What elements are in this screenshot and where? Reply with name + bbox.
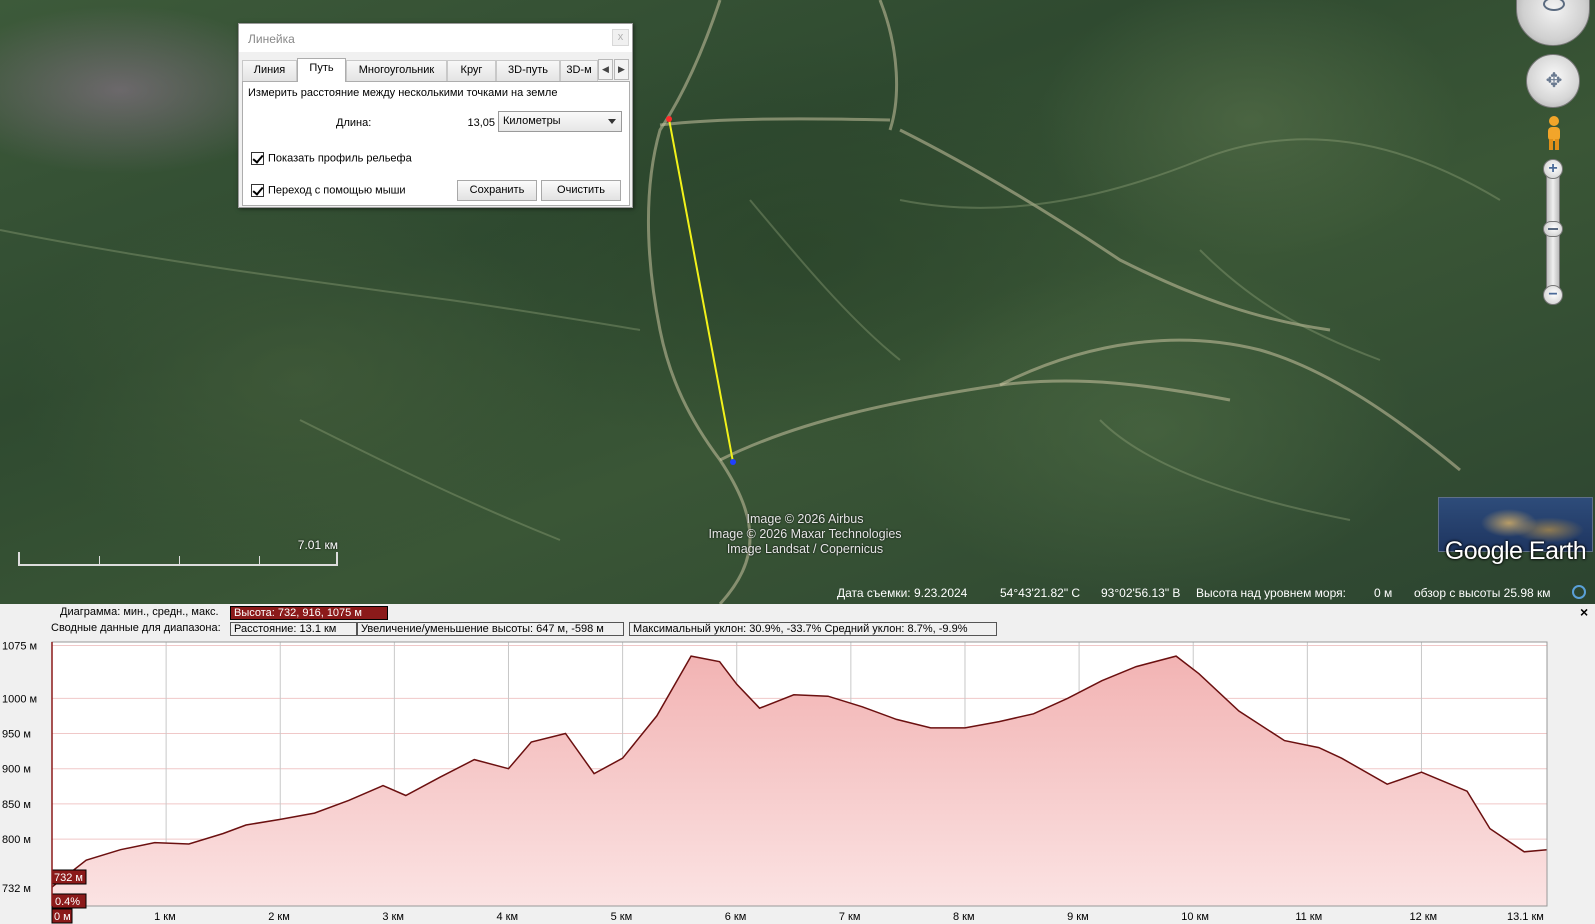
path-description: Измерить расстояние между несколькими то… [248,87,558,99]
y-tick-label: 732 м [2,883,31,895]
imagery-date: Дата съемки: 9.23.2024 [837,586,968,600]
status-bar: Дата съемки: 9.23.2024 54°43'21.82" С 93… [0,580,1595,604]
x-tick-label: 10 км [1181,911,1209,923]
measure-path-line [668,118,734,463]
dialog-title: Линейка [248,32,295,46]
hand-icon: ✥ [1545,70,1563,92]
zoom-slider[interactable]: + − [1543,159,1563,305]
cursor-elevation-label: 732 м [54,872,83,884]
cursor-distance-label: 0 м [54,911,71,923]
ruler-tabs: Линия Путь Многоугольник Круг 3D-путь 3D… [242,58,632,82]
x-tick-label: 3 км [382,911,404,923]
ruler-dialog: Линейка x Линия Путь Многоугольник Круг … [238,23,633,208]
path-end-marker [730,459,736,465]
elevation-value: 0 м [1374,586,1393,600]
cursor-slope-label: 0.4% [55,896,80,908]
tab-line[interactable]: Линия [242,60,297,81]
y-tick-label: 900 м [2,764,31,776]
streaming-globe-icon [1572,585,1586,599]
ruler-titlebar[interactable]: Линейка x [239,24,632,52]
street-view-pegman-icon[interactable] [1542,115,1566,151]
close-icon[interactable]: x [612,29,629,46]
zoom-in-button[interactable]: + [1543,159,1563,179]
close-profile-icon[interactable]: × [1580,604,1588,620]
profile-summary-row-1: Диаграмма: мин., средн., макс. Высота: 7… [0,605,1000,620]
range-label: Сводные данные для диапазона: [51,622,221,634]
chevron-down-icon [608,119,616,124]
elevation-stats: Высота: 732, 916, 1075 м [230,606,388,620]
tab-3d-polygon[interactable]: 3D-м [560,60,598,81]
mouse-nav-checkbox[interactable]: Переход с помощью мыши [251,184,406,197]
y-tick-label: 1000 м [2,693,37,705]
x-tick-label: 12 км [1409,911,1437,923]
x-tick-label: 9 км [1067,911,1089,923]
unit-select[interactable]: Километры [498,111,622,132]
path-start-marker [666,116,672,122]
x-tick-label: 11 км [1295,911,1322,923]
x-tick-label: 5 км [611,911,633,923]
imagery-attribution: Image © 2026 Airbus Image © 2026 Maxar T… [708,512,902,556]
eye-altitude: обзор с высоты 25.98 км [1414,586,1551,600]
x-tick-label: 4 км [496,911,518,923]
x-tick-label: 1 км [154,911,176,923]
elevation-chart[interactable]: 1075 м 1000 м 950 м 900 м 850 м 800 м 1 км 2 км… [0,634,1595,924]
longitude: 93°02'56.13" В [1101,586,1181,600]
y-tick-label: 950 м [2,729,31,741]
length-label: Длина: [336,117,372,129]
latitude: 54°43'21.82" С [1000,586,1081,600]
eye-icon [1543,0,1565,11]
scale-label: 7.01 км [297,538,338,552]
graph-label: Диаграмма: мин., средн., макс. [60,606,219,618]
tab-circle[interactable]: Круг [447,60,496,81]
move-control[interactable]: ✥ [1526,54,1580,108]
x-tick-label: 6 км [725,911,747,923]
tab-polygon[interactable]: Многоугольник [346,60,447,81]
zoom-slider-thumb[interactable] [1543,221,1563,237]
y-tick-label: 800 м [2,834,31,846]
y-tick-label: 850 м [2,799,31,811]
elevation-profile: Диаграмма: мин., средн., макс. Высота: 7… [0,604,1595,924]
tab-3d-path[interactable]: 3D-путь [496,60,560,81]
y-tick-label: 1075 м [2,641,37,653]
zoom-out-button[interactable]: − [1543,285,1563,305]
scale-bar: 7.01 км [18,532,338,572]
x-tick-label: 13.1 км [1507,911,1544,923]
checkbox-checked-icon[interactable] [251,184,264,197]
map-view[interactable]: Image © 2026 Airbus Image © 2026 Maxar T… [0,0,1595,604]
x-tick-label: 2 км [268,911,290,923]
google-earth-logo: Google Earth [1438,497,1593,569]
tab-path[interactable]: Путь [297,58,346,82]
x-tick-label: 7 км [839,911,861,923]
elevation-label: Высота над уровнем моря: [1196,586,1346,600]
tab-scroll-left-icon[interactable]: ◀ [598,59,613,80]
show-profile-checkbox[interactable]: Показать профиль рельефа [251,152,412,165]
clear-button[interactable]: Очистить [541,180,621,201]
length-value: 13,05 [467,117,495,129]
checkbox-checked-icon[interactable] [251,152,264,165]
save-button[interactable]: Сохранить [457,180,537,201]
tab-scroll-right-icon[interactable]: ▶ [614,59,629,80]
x-tick-label: 8 км [953,911,975,923]
